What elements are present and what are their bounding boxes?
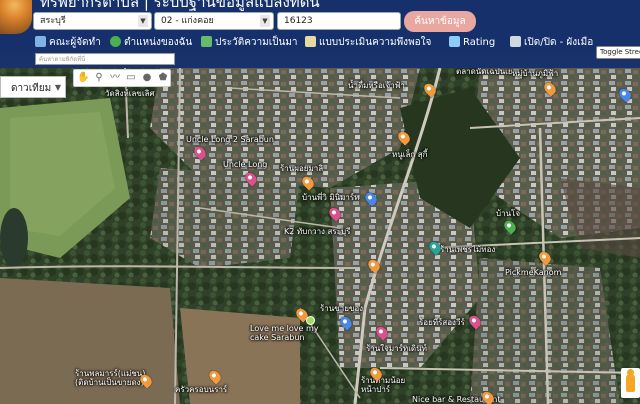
app-logo xyxy=(0,0,32,34)
circle-icon[interactable]: ● xyxy=(141,72,153,84)
map-label: ตลาดนัดเฉปนเย xyxy=(456,67,513,76)
map-label: PickmeKanom xyxy=(505,268,562,277)
sprout-icon xyxy=(201,36,212,47)
current-location-icon xyxy=(306,316,315,325)
satellite-map[interactable]: วัดสิงห์เลขเลิศ ตลาดนัดเฉปนเย หมู่บ้านภู… xyxy=(0,67,640,404)
nav-item-label: แบบประเมินความพึงพอใจ xyxy=(319,37,432,48)
map-label: ร้อยทีร์สองวีร์ xyxy=(419,318,465,327)
nav-item-toggle-cityplan[interactable]: เปิด/ปิด - ผังเมือง xyxy=(510,36,594,50)
province-select-value: สระบุรี xyxy=(40,16,66,26)
nav-item-history[interactable]: ประวัติความเป็นมา xyxy=(201,36,298,50)
map-label: ร้านใจมาร์ทเดินท์ xyxy=(366,344,427,353)
chevron-down-icon: ▼ xyxy=(260,15,270,27)
marker-icon[interactable]: ⚲ xyxy=(93,72,105,84)
nav-item-survey[interactable]: แบบประเมินความพึงพอใจ xyxy=(305,36,431,50)
street-view-pegman-icon[interactable] xyxy=(621,368,640,398)
map-label: บ้านโจ xyxy=(496,209,521,218)
map-label: ร้านตามน้อย หน้าปาร์ xyxy=(361,376,406,394)
province-select[interactable]: สระบุรี ▼ xyxy=(33,12,152,30)
page-title: ทรัพยากรตำบล | ระบบฐานข้อมูลแปลงที่ดิน xyxy=(40,0,320,11)
map-label: วัดสิงห์เลขเลิศ xyxy=(105,89,155,98)
code-input-value: 16123 xyxy=(284,16,313,26)
nav-item-team[interactable]: คณะผู้จัดทำ xyxy=(35,36,101,50)
app-root: วัดสิงห์เลขเลิศ ตลาดนัดเฉปนเย หมู่บ้านภู… xyxy=(0,0,640,404)
checkbox-icon xyxy=(510,36,521,47)
toggle-street-button[interactable]: Toggle Street xyxy=(596,46,640,59)
nav-bar: คณะผู้จัดทำ ตำแหน่งของฉัน ประวัติความเป็… xyxy=(0,34,640,52)
search-button[interactable]: ค้นหาข้อมูล xyxy=(404,11,476,32)
map-label: ร้านขายของ xyxy=(320,304,364,313)
map-label: Love me love my cake Sarabun xyxy=(250,324,319,342)
map-type-select[interactable]: ดาวเทียม ▼ xyxy=(0,76,66,98)
map-label: K2 ทับกวาง สระบุรี xyxy=(284,227,351,236)
map-label: หนูเล็ก สุกี้ xyxy=(392,150,428,159)
drawing-toolbar: ✋ ⚲ 〰 ▭ ● ⬟ xyxy=(73,69,171,87)
district-select[interactable]: 02 - แก่งคอย ▼ xyxy=(154,12,274,30)
chevron-down-icon: ▼ xyxy=(138,15,148,27)
satellite-imagery xyxy=(0,68,640,404)
app-header: ทรัพยากรตำบล | ระบบฐานข้อมูลแปลงที่ดิน ส… xyxy=(0,0,640,34)
map-label: ร้านผอยมาลิ xyxy=(280,164,324,173)
rectangle-icon[interactable]: ▭ xyxy=(125,72,137,84)
map-label: น้ำดื่มหรือเจ้าฟ้า xyxy=(348,81,405,90)
nav-item-label: Rating xyxy=(463,37,496,48)
map-label: Uncle Long 2 Sarabun xyxy=(186,135,274,144)
map-label: บ้านพี่วิ มินิมาร์ท xyxy=(302,193,360,202)
nav-item-rating[interactable]: Rating xyxy=(449,36,495,50)
code-input[interactable]: 16123 xyxy=(277,12,401,30)
chart-icon xyxy=(449,36,460,47)
district-select-value: 02 - แก่งคอย xyxy=(161,16,214,26)
hand-icon[interactable]: ✋ xyxy=(77,72,89,84)
polyline-icon[interactable]: 〰 xyxy=(109,72,121,84)
team-icon xyxy=(35,36,46,47)
nav-item-label: เปิด/ปิด - ผังเมือง xyxy=(524,37,594,48)
pegman-body xyxy=(626,374,635,392)
nav-item-label: คณะผู้จัดทำ xyxy=(49,37,101,48)
polygon-icon[interactable]: ⬟ xyxy=(157,72,169,84)
chevron-down-icon: ▼ xyxy=(54,83,61,92)
map-label: ร้านพลมารร์(แม่ชน) (ติดบ้านเป็นขายดง) xyxy=(75,369,146,387)
map-label: ครัวครอบนราร์ xyxy=(175,385,228,394)
nav-item-location[interactable]: ตำแหน่งของฉัน xyxy=(110,36,192,50)
map-label: ร้านเพชรไม้ทอง xyxy=(440,245,496,254)
nav-item-label: ตำแหน่งของฉัน xyxy=(124,37,193,48)
form-icon xyxy=(305,36,316,47)
coordinate-search-input[interactable]: ค้นหาตามพิกัดที่นี่ xyxy=(35,53,175,65)
globe-icon xyxy=(110,36,121,47)
map-type-label: ดาวเทียม xyxy=(11,83,52,94)
map-label: Uncle Long xyxy=(223,160,268,169)
nav-item-label: ประวัติความเป็นมา xyxy=(215,37,298,48)
map-label: หมู่บ้านภูมิฟ้า xyxy=(512,69,559,78)
